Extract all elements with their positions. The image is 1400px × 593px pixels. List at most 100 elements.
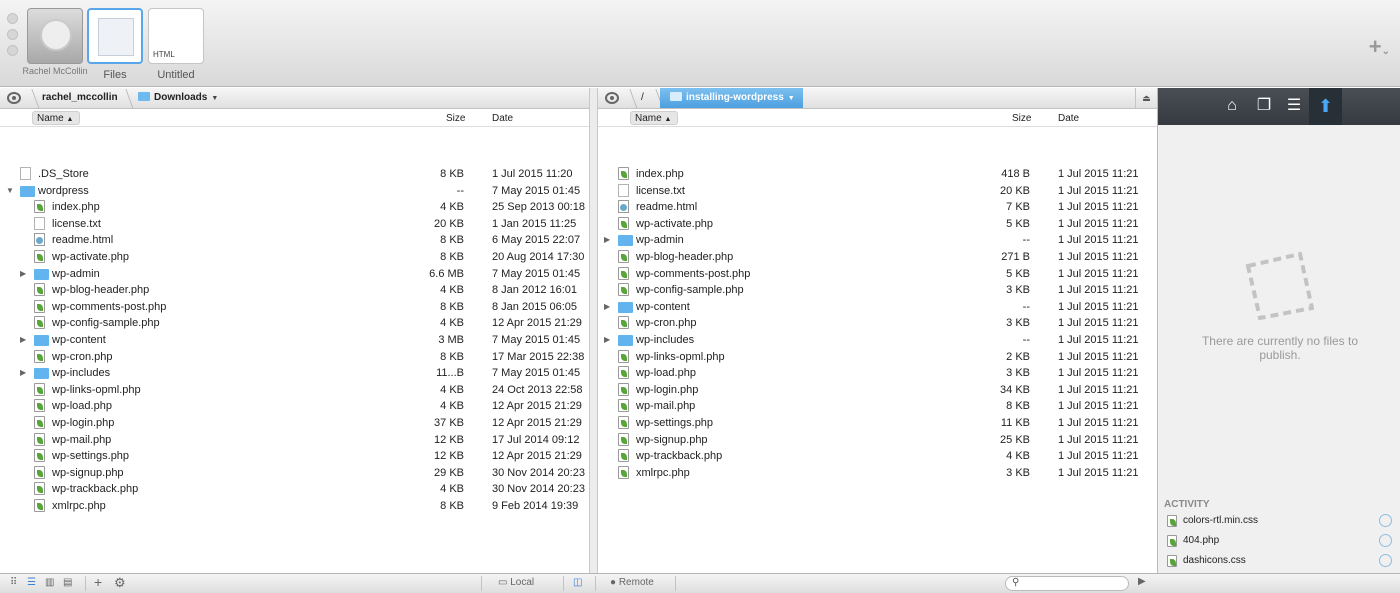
files-tile[interactable] [87, 8, 143, 64]
file-icon [34, 482, 45, 496]
split-view-icon[interactable]: ◫ [573, 577, 582, 588]
minimize-window-button[interactable] [7, 29, 18, 40]
publish-upload-icon[interactable]: ⬆ [1309, 88, 1342, 125]
pane-divider[interactable] [590, 88, 598, 573]
local-toggle[interactable]: ▭ Local [498, 577, 534, 588]
file-row[interactable]: wp-settings.php 11 KB 1 Jul 2015 11:21 [598, 415, 1157, 431]
file-row[interactable]: wp-links-opml.php 2 KB 1 Jul 2015 11:21 [598, 349, 1157, 365]
activity-item[interactable]: colors-rtl.min.css [1164, 512, 1400, 532]
file-row[interactable]: wp-mail.php 12 KB 17 Jul 2014 09:12 [0, 432, 589, 448]
file-row[interactable]: wp-signup.php 29 KB 30 Nov 2014 20:23 [0, 465, 589, 481]
file-row[interactable]: wp-comments-post.php 8 KB 8 Jan 2015 06:05 [0, 299, 589, 315]
file-size: 3 KB [1006, 367, 1030, 380]
home-icon[interactable]: ⌂ [1222, 96, 1242, 116]
folder-row[interactable]: ▼ wordpress -- 7 May 2015 01:45 [0, 183, 589, 199]
folder-row[interactable]: ▶ wp-includes -- 1 Jul 2015 11:21 [598, 332, 1157, 348]
breadcrumb-downloads[interactable]: Downloads ▼ [138, 92, 218, 103]
file-row[interactable]: wp-trackback.php 4 KB 1 Jul 2015 11:21 [598, 448, 1157, 464]
coverflow-view-icon[interactable]: ▤ [63, 577, 72, 588]
breadcrumb-installing-wordpress[interactable]: installing-wordpress ▼ [660, 88, 803, 108]
disclosure-closed-icon[interactable]: ▶ [604, 302, 610, 311]
file-date: 1 Jul 2015 11:20 [492, 168, 573, 180]
disclosure-closed-icon[interactable]: ▶ [20, 335, 26, 344]
file-row[interactable]: readme.html 7 KB 1 Jul 2015 11:21 [598, 199, 1157, 215]
file-row[interactable]: wp-settings.php 12 KB 12 Apr 2015 21:29 [0, 448, 589, 464]
new-item-plus-icon[interactable]: + [94, 574, 102, 590]
search-icon: ⚲ [1012, 577, 1020, 588]
disclosure-closed-icon[interactable]: ▶ [604, 335, 610, 344]
toggle-sidebar-icon[interactable]: ▶ [1138, 576, 1146, 587]
file-row[interactable]: license.txt 20 KB 1 Jul 2015 11:21 [598, 183, 1157, 199]
caret-down-icon: ▼ [211, 95, 219, 102]
file-row[interactable]: wp-activate.php 5 KB 1 Jul 2015 11:21 [598, 216, 1157, 232]
file-size: 25 KB [1000, 433, 1030, 446]
file-row[interactable]: xmlrpc.php 3 KB 1 Jul 2015 11:21 [598, 465, 1157, 481]
disclosure-closed-icon[interactable]: ▶ [20, 269, 26, 278]
column-view-icon[interactable]: ▥ [45, 577, 54, 588]
folder-row[interactable]: ▶ wp-includes 11...B 7 May 2015 01:45 [0, 365, 589, 381]
disclosure-open-icon[interactable]: ▼ [6, 186, 14, 195]
folder-row[interactable]: ▶ wp-content -- 1 Jul 2015 11:21 [598, 299, 1157, 315]
documents-icon[interactable]: ❐ [1254, 96, 1274, 116]
name-column-header[interactable]: Name ▲ [630, 111, 678, 125]
file-row[interactable]: wp-blog-header.php 271 B 1 Jul 2015 11:21 [598, 249, 1157, 265]
folder-row[interactable]: ▶ wp-admin -- 1 Jul 2015 11:21 [598, 232, 1157, 248]
file-icon [618, 316, 629, 330]
file-row[interactable]: wp-comments-post.php 5 KB 1 Jul 2015 11:21 [598, 266, 1157, 282]
file-row[interactable]: index.php 4 KB 25 Sep 2013 00:18 [0, 199, 589, 215]
file-row[interactable]: readme.html 8 KB 6 May 2015 22:07 [0, 232, 589, 248]
caret-down-icon: ▼ [787, 95, 795, 102]
folder-row[interactable]: ▶ wp-admin 6.6 MB 7 May 2015 01:45 [0, 266, 589, 282]
file-row[interactable]: wp-activate.php 8 KB 20 Aug 2014 17:30 [0, 249, 589, 265]
eye-icon[interactable] [7, 92, 21, 104]
file-row[interactable]: wp-login.php 34 KB 1 Jul 2015 11:21 [598, 382, 1157, 398]
search-input[interactable]: ⚲ [1005, 576, 1129, 591]
remote-toggle[interactable]: ● Remote [610, 577, 654, 588]
file-name: wp-includes [636, 334, 695, 346]
breadcrumb-user[interactable]: rachel_mccollin [42, 92, 118, 103]
file-row[interactable]: .DS_Store 8 KB 1 Jul 2015 11:20 [0, 166, 589, 182]
action-gear-icon[interactable]: ⚙ [114, 575, 126, 591]
icon-view-icon[interactable]: ⠿ [10, 577, 17, 588]
date-column-header[interactable]: Date [1058, 113, 1079, 124]
file-row[interactable]: wp-signup.php 25 KB 1 Jul 2015 11:21 [598, 432, 1157, 448]
close-window-button[interactable] [7, 13, 18, 24]
breadcrumb-downloads-label: Downloads [154, 92, 208, 103]
activity-item[interactable]: dashicons.css [1164, 552, 1400, 572]
site-tile-rachel[interactable] [27, 8, 83, 64]
disclosure-closed-icon[interactable]: ▶ [20, 368, 26, 377]
size-column-header[interactable]: Size [446, 113, 465, 124]
file-row[interactable]: wp-load.php 4 KB 12 Apr 2015 21:29 [0, 398, 589, 414]
file-row[interactable]: wp-trackback.php 4 KB 30 Nov 2014 20:23 [0, 481, 589, 497]
file-date: 1 Jul 2015 11:21 [1058, 234, 1139, 247]
disclosure-closed-icon[interactable]: ▶ [604, 235, 610, 244]
add-button[interactable]: +⌄ [1369, 34, 1390, 60]
file-row[interactable]: wp-login.php 37 KB 12 Apr 2015 21:29 [0, 415, 589, 431]
name-column-header[interactable]: Name ▲ [32, 111, 80, 125]
activity-item[interactable]: 404.php [1164, 532, 1400, 552]
file-date: 1 Jul 2015 11:21 [1058, 251, 1139, 263]
eye-icon[interactable] [605, 92, 619, 104]
file-row[interactable]: wp-mail.php 8 KB 1 Jul 2015 11:21 [598, 398, 1157, 414]
zoom-window-button[interactable] [7, 45, 18, 56]
untitled-tile[interactable]: HTML [148, 8, 204, 64]
date-column-header[interactable]: Date [492, 113, 513, 124]
eject-icon[interactable]: ⏏ [1135, 88, 1157, 108]
folder-row[interactable]: ▶ wp-content 3 MB 7 May 2015 01:45 [0, 332, 589, 348]
file-row[interactable]: index.php 418 B 1 Jul 2015 11:21 [598, 166, 1157, 182]
separator [563, 576, 564, 591]
file-row[interactable]: wp-links-opml.php 4 KB 24 Oct 2013 22:58 [0, 382, 589, 398]
breadcrumb-root[interactable]: / [641, 92, 644, 103]
file-row[interactable]: wp-cron.php 3 KB 1 Jul 2015 11:21 [598, 315, 1157, 331]
file-row[interactable]: xmlrpc.php 8 KB 9 Feb 2014 19:39 [0, 498, 589, 514]
file-date: 30 Nov 2014 20:23 [492, 483, 585, 496]
file-row[interactable]: wp-config-sample.php 3 KB 1 Jul 2015 11:21 [598, 282, 1157, 298]
file-row[interactable]: wp-load.php 3 KB 1 Jul 2015 11:21 [598, 365, 1157, 381]
size-column-header[interactable]: Size [1012, 113, 1031, 124]
file-row[interactable]: wp-blog-header.php 4 KB 8 Jan 2012 16:01 [0, 282, 589, 298]
file-row[interactable]: wp-cron.php 8 KB 17 Mar 2015 22:38 [0, 349, 589, 365]
file-row[interactable]: wp-config-sample.php 4 KB 12 Apr 2015 21:2… [0, 315, 589, 331]
notes-icon[interactable]: ☰ [1284, 96, 1304, 116]
list-view-icon[interactable]: ☰ [27, 577, 36, 588]
file-row[interactable]: license.txt 20 KB 1 Jan 2015 11:25 [0, 216, 589, 232]
